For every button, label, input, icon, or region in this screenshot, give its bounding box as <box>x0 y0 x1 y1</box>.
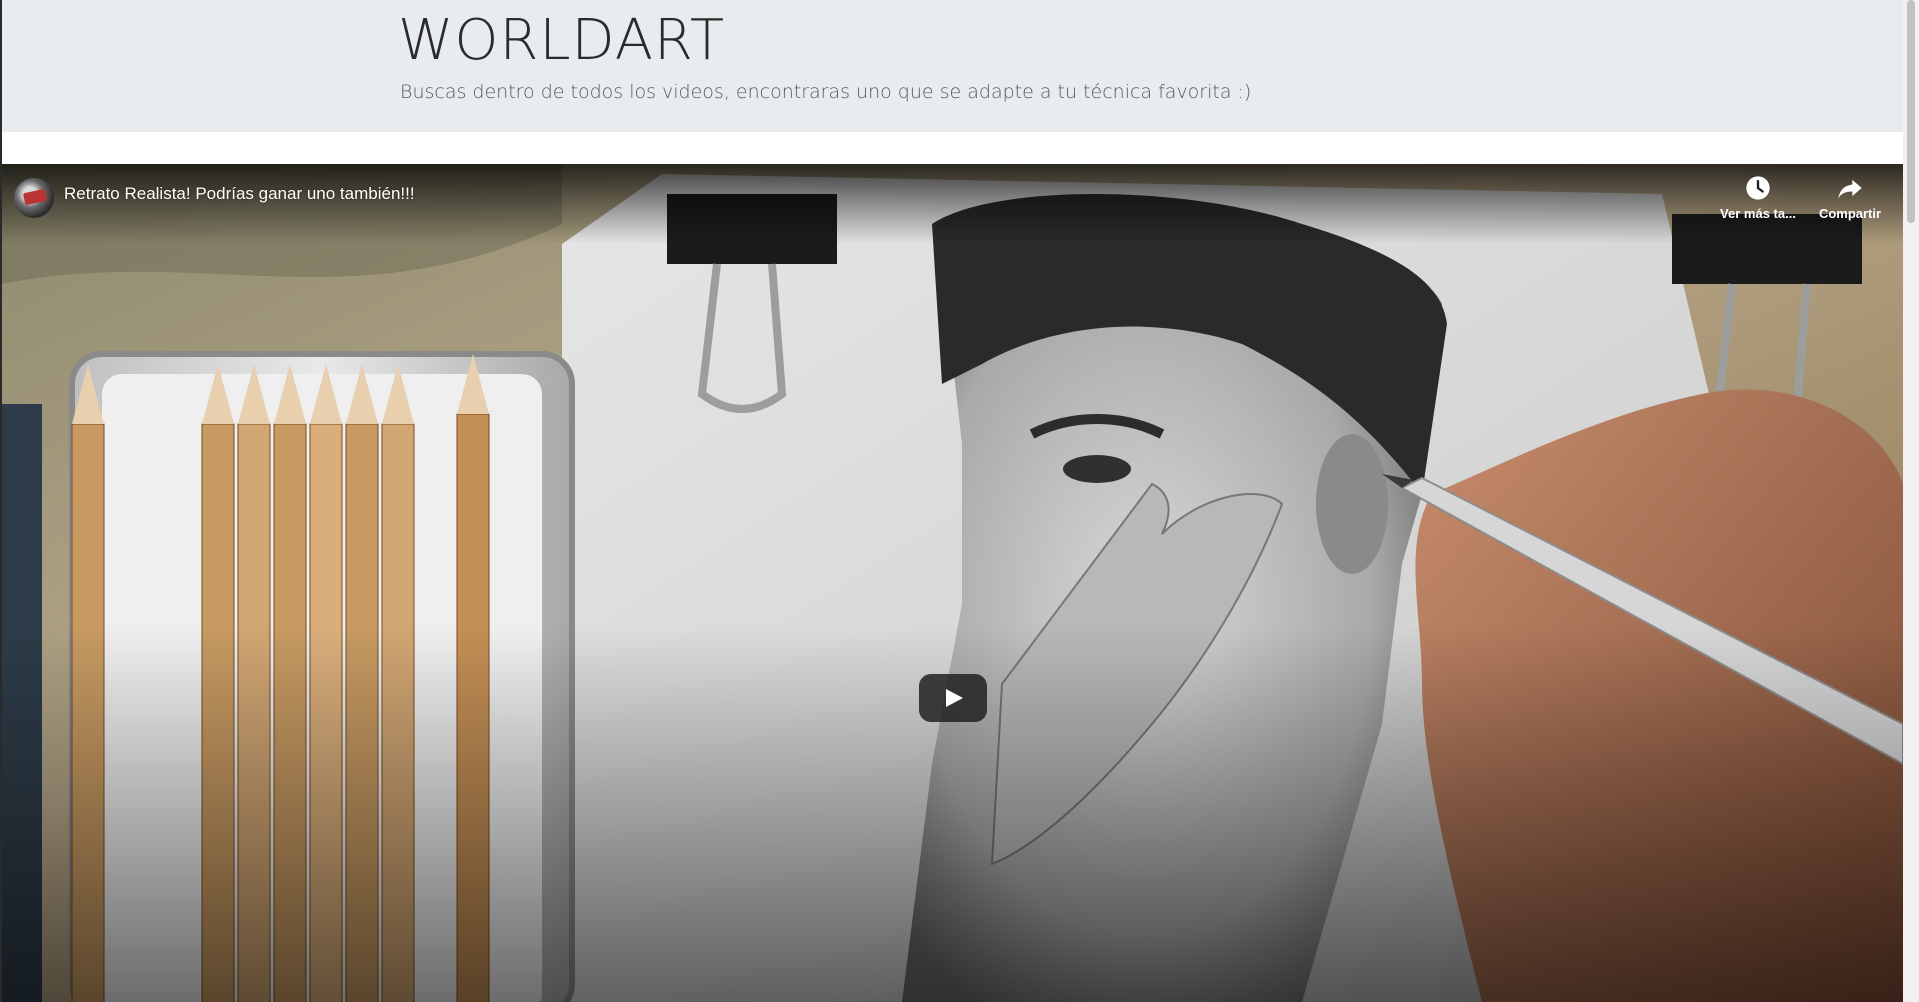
watch-later-button[interactable]: Ver más ta... <box>1718 174 1798 221</box>
video-top-gradient <box>2 164 1903 244</box>
watch-later-label: Ver más ta... <box>1720 206 1796 221</box>
share-label: Compartir <box>1818 206 1882 221</box>
jumbotron-header: WORLDART Buscas dentro de todos los vide… <box>2 0 1903 132</box>
share-arrow-icon <box>1838 179 1862 199</box>
page-scrollbar[interactable] <box>1903 0 1919 1002</box>
clock-icon <box>1746 176 1770 200</box>
play-button[interactable] <box>919 674 987 722</box>
channel-logo-mark <box>22 188 48 206</box>
share-button[interactable]: Compartir <box>1810 174 1890 221</box>
page: WORLDART Buscas dentro de todos los vide… <box>0 0 1919 1002</box>
site-title: WORLDART <box>398 8 726 73</box>
play-icon <box>946 689 963 707</box>
video-thumbnail <box>2 164 1903 1002</box>
video-title[interactable]: Retrato Realista! Podrías ganar uno tamb… <box>64 184 415 204</box>
scrollbar-thumb[interactable] <box>1907 0 1915 223</box>
video-player[interactable]: Retrato Realista! Podrías ganar uno tamb… <box>2 164 1903 1002</box>
site-lead: Buscas dentro de todos los videos, encon… <box>400 81 1252 103</box>
channel-avatar[interactable] <box>14 178 54 218</box>
